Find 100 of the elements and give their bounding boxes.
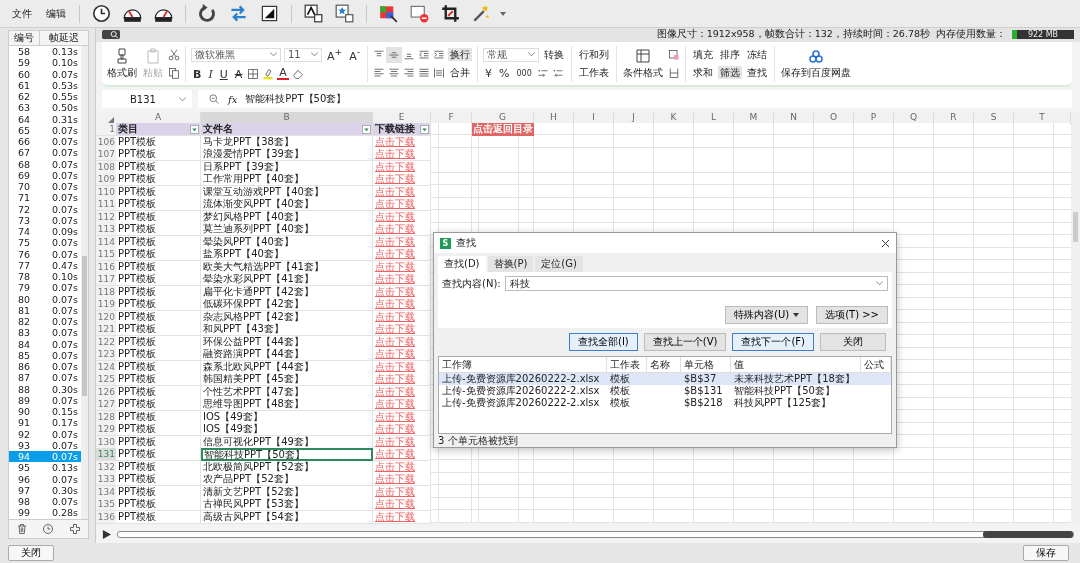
column-header[interactable]: L [694,112,734,126]
vertical-align-icon[interactable] [388,48,401,61]
result-row[interactable]: 上传-免费资源库20260222-2.xlsx 模板 $B$37 未来科技艺术PPT【18套】 [439,373,891,385]
percent-button[interactable]: % [497,66,512,80]
save-button[interactable]: 保存 [1023,545,1069,561]
frame-row[interactable]: 77 0.47s [9,259,81,271]
select-all-icon[interactable] [108,117,114,124]
remove-frame-icon[interactable] [410,4,429,23]
filter-button[interactable]: 筛选 [718,66,743,80]
frame-row[interactable]: 67 0.07s [9,147,81,159]
eraser-icon[interactable] [291,68,304,81]
frame-row[interactable]: 69 0.07s [9,169,81,181]
conditional-format-button[interactable]: 条件格式 [622,47,665,80]
cloud-save-button[interactable]: 保存到百度网盘 [780,47,853,80]
add-icon[interactable] [68,522,81,535]
trash-icon[interactable] [16,522,29,535]
dialog-button[interactable]: 关闭 [820,333,886,351]
column-header[interactable]: M [734,112,774,126]
frame-row[interactable]: 98 0.07s [9,496,81,508]
frame-row[interactable]: 61 0.53s [9,79,81,91]
column-header[interactable]: J [614,112,654,126]
column-header[interactable]: P [854,112,894,126]
tab[interactable]: 定位(G) [535,256,583,272]
worksheet-button[interactable]: 工作表 [577,66,612,80]
frame-row[interactable]: 76 0.07s [9,248,81,260]
result-row[interactable]: 上传-免费资源库20260222-2.xlsx 模板 $B$131 智能科技PPT【50套】 [439,385,891,397]
filter-icon[interactable] [362,124,371,134]
column-header[interactable]: N [774,112,814,126]
swap-icon[interactable] [229,4,248,23]
name-box[interactable]: B131 [102,90,192,109]
zoom-icon[interactable] [208,93,220,106]
wrap-text-button[interactable]: 换行 [448,48,473,62]
border-icon[interactable] [668,66,681,79]
frame-row[interactable]: 80 0.07s [9,293,81,305]
column-header[interactable]: Q [894,112,934,126]
magic-wand-icon[interactable] [472,4,491,23]
formula-input[interactable]: 智能科技PPT【50套】 [245,92,347,107]
frame-row[interactable]: 97 0.30s [9,484,81,496]
justify-icon[interactable] [418,66,431,79]
frame-row[interactable]: 75 0.07s [9,237,81,249]
freeze-button[interactable]: 冻结 [745,48,770,62]
number-format-select[interactable]: 常规 [483,47,540,62]
thousands-button[interactable]: 000 [514,68,534,78]
frame-row[interactable]: 68 0.07s [9,158,81,170]
frame-row[interactable]: 59 0.10s [9,57,81,69]
font-style-button[interactable]: U [217,67,230,81]
text-box-icon[interactable] [304,4,323,23]
frame-row[interactable]: 95 0.13s [9,462,81,474]
color-image-icon[interactable] [379,4,398,23]
dialog-button[interactable]: 查找下一个(F) [732,333,814,351]
column-header[interactable]: R [934,112,974,126]
indent-icon[interactable] [433,48,446,61]
font-style-button[interactable]: A [232,67,245,81]
frame-row[interactable]: 58 0.13s [9,46,81,58]
font-color-button[interactable]: A [277,68,289,81]
frame-row[interactable]: 96 0.07s [9,473,81,485]
frame-row[interactable]: 70 0.07s [9,181,81,193]
column-header[interactable]: I [574,112,614,126]
column-header[interactable]: S [974,112,1014,126]
sort-button[interactable]: 排序 [718,48,743,62]
align-right-icon[interactable] [403,66,416,79]
frame-row[interactable]: 88 0.30s [9,383,81,395]
increase-font-button[interactable]: A$^{+}$ [325,46,345,63]
frame-row[interactable]: 89 0.07s [9,394,81,406]
frame-row[interactable]: 65 0.07s [9,124,81,136]
filter-icon[interactable] [190,124,199,134]
scrollbar[interactable] [81,46,88,519]
outdent-icon[interactable] [418,48,431,61]
tab[interactable]: 替换(P) [487,256,534,272]
frame-row[interactable]: 82 0.07s [9,316,81,328]
frame-row[interactable]: 99 0.28s [9,507,81,519]
clock-icon[interactable] [92,4,111,23]
column-header[interactable]: K [654,112,694,126]
zoom-icon[interactable] [102,30,120,40]
frame-row[interactable]: 63 0.50s [9,102,81,114]
function-button[interactable]: fx [228,93,238,105]
special-content-button[interactable]: 特殊内容(U) [725,306,809,324]
dialog-button[interactable]: 查找全部(I) [569,333,638,351]
frame-row[interactable]: 93 0.07s [9,439,81,451]
result-row[interactable]: 上传-免费资源库20260222-2.xlsx 模板 $B$218 科技风PPT【125套】 [439,397,891,409]
sum-button[interactable]: 求和 [691,66,716,80]
frame-row[interactable]: 84 0.07s [9,338,81,350]
rows-columns-button[interactable]: 行和列 [577,48,612,62]
format-painter-button[interactable]: 格式刷 [106,47,138,80]
frame-row[interactable]: 83 0.07s [9,327,81,339]
convert-button[interactable]: 转换 [542,48,567,62]
options-button[interactable]: 选项(T) >> [816,306,888,324]
frame-row[interactable]: 91 0.17s [9,417,81,429]
frame-row[interactable]: 64 0.31s [9,113,81,125]
frame-icon[interactable] [260,4,279,23]
distribute-icon[interactable] [433,66,446,79]
font-select[interactable]: 微软雅黑 [191,47,281,62]
frame-row[interactable]: 66 0.07s [9,136,81,148]
frame-row[interactable]: 86 0.07s [9,361,81,373]
crop-icon[interactable] [441,4,460,23]
filter-icon[interactable] [420,124,429,134]
frame-row[interactable]: 72 0.07s [9,203,81,215]
frame-row[interactable]: 92 0.07s [9,428,81,440]
decrease-decimal-icon[interactable] [551,67,564,80]
dialog-button[interactable]: 查找上一个(V) [643,333,727,351]
